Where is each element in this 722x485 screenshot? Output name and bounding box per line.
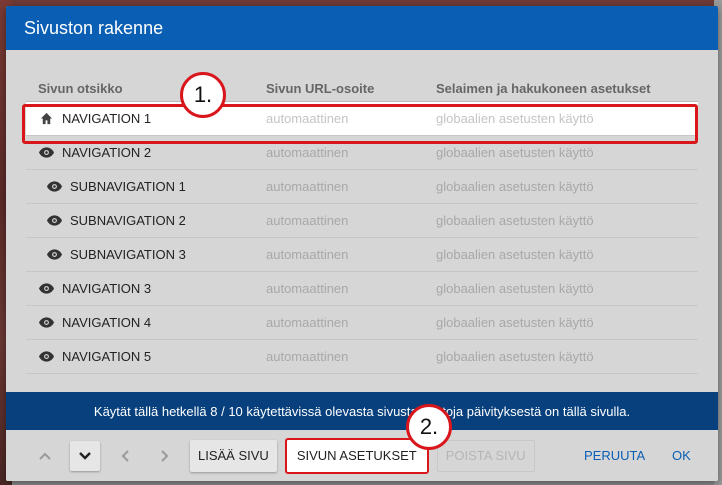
dialog-footer: LISÄÄ SIVU SIVUN ASETUKSET POISTA SIVU P… — [6, 430, 718, 481]
row-title-text: NAVIGATION 5 — [62, 349, 152, 364]
chevron-left-icon — [121, 449, 129, 462]
row-title-text: SUBNAVIGATION 1 — [70, 179, 186, 194]
row-settings: globaalien asetusten käyttö — [436, 349, 594, 364]
row-url: automaattinen — [266, 145, 349, 160]
table-row[interactable]: SUBNAVIGATION 2 automaattinen globaalien a… — [26, 204, 698, 238]
column-header-title: Sivun otsikko — [38, 81, 123, 96]
row-title-text: SUBNAVIGATION 3 — [70, 247, 186, 262]
move-down-button[interactable] — [70, 440, 100, 471]
row-title: NAVIGATION 1 — [26, 111, 266, 127]
table-row[interactable]: SUBNAVIGATION 1 automaattinen globaalien a… — [26, 170, 698, 204]
row-title: SUBNAVIGATION 1 — [26, 179, 266, 195]
dialog-title: Sivuston rakenne — [24, 17, 164, 38]
eye-icon — [46, 179, 62, 195]
info-text: Käytät tällä hetkellä 8 / 10 käytettävis… — [93, 403, 631, 419]
table-row[interactable]: SUBNAVIGATION 3 automaattinen globaalien a… — [26, 238, 698, 272]
row-url: automaattinen — [266, 315, 349, 330]
move-right-button[interactable] — [150, 441, 180, 471]
table-row[interactable]: NAVIGATION 2 automaattinen globaalien aset… — [26, 136, 698, 170]
pages-table: Sivun otsikko Sivun URL-osoite Selaimen … — [26, 76, 698, 374]
chevron-up-icon — [39, 452, 51, 460]
row-settings: globaalien asetusten käyttö — [436, 281, 594, 296]
row-settings: globaalien asetusten käyttö — [436, 179, 594, 194]
eye-icon — [38, 281, 54, 297]
table-body: NAVIGATION 1 automaattinen globaalien aset… — [26, 102, 698, 374]
move-left-button[interactable] — [110, 441, 140, 471]
table-header: Sivun otsikko Sivun URL-osoite Selaimen … — [26, 76, 698, 102]
row-title-text: NAVIGATION 3 — [62, 281, 152, 296]
row-title-text: SUBNAVIGATION 2 — [70, 213, 186, 228]
move-up-button[interactable] — [30, 441, 60, 471]
callout-2: 2. — [406, 404, 452, 450]
row-title: SUBNAVIGATION 3 — [26, 247, 266, 263]
delete-page-button[interactable]: POISTA SIVU — [436, 439, 535, 472]
page-settings-button[interactable]: SIVUN ASETUKSET — [284, 437, 429, 474]
row-settings: globaalien asetusten käyttö — [436, 213, 594, 228]
row-settings: globaalien asetusten käyttö — [436, 247, 594, 262]
cancel-button[interactable]: PERUUTA — [576, 440, 653, 472]
row-url: automaattinen — [266, 349, 349, 364]
table-row[interactable]: NAVIGATION 3 automaattinen globaalien aset… — [26, 272, 698, 306]
eye-icon — [38, 315, 54, 331]
row-title-text: NAVIGATION 4 — [62, 315, 152, 330]
row-settings: globaalien asetusten käyttö — [436, 145, 594, 160]
row-settings: globaalien asetusten käyttö — [436, 315, 594, 330]
chevron-down-icon — [79, 451, 91, 460]
row-title: NAVIGATION 5 — [26, 349, 266, 365]
row-title-text: NAVIGATION 2 — [62, 145, 152, 160]
row-title: NAVIGATION 3 — [26, 281, 266, 297]
row-title: NAVIGATION 2 — [26, 145, 266, 161]
callout-1: 1. — [180, 72, 226, 118]
eye-icon — [46, 213, 62, 229]
row-url: automaattinen — [266, 179, 349, 194]
row-url: automaattinen — [266, 213, 349, 228]
site-structure-dialog: Sivuston rakenne Sivun otsikko Sivun URL… — [6, 6, 718, 481]
table-row[interactable]: NAVIGATION 4 automaattinen globaalien aset… — [26, 306, 698, 340]
eye-icon — [38, 349, 54, 365]
row-url: automaattinen — [266, 247, 349, 262]
chevron-right-icon — [161, 449, 169, 462]
column-header-settings: Selaimen ja hakukoneen asetukset — [436, 81, 651, 96]
info-bar: Käytät tällä hetkellä 8 / 10 käytettävis… — [6, 392, 718, 430]
row-url: automaattinen — [266, 281, 349, 296]
row-title: NAVIGATION 4 — [26, 315, 266, 331]
row-title: SUBNAVIGATION 2 — [26, 213, 266, 229]
add-page-button[interactable]: LISÄÄ SIVU — [190, 439, 277, 472]
row-title-text: NAVIGATION 1 — [62, 111, 152, 126]
table-row[interactable]: NAVIGATION 5 automaattinen globaalien aset… — [26, 340, 698, 374]
ok-button[interactable]: OK — [664, 440, 699, 472]
row-url: automaattinen — [266, 111, 349, 126]
column-header-url: Sivun URL-osoite — [266, 81, 375, 96]
eye-icon — [46, 247, 62, 263]
dialog-header: Sivuston rakenne — [6, 6, 718, 50]
row-settings: globaalien asetusten käyttö — [436, 111, 594, 126]
home-icon — [38, 111, 54, 127]
eye-icon — [38, 145, 54, 161]
table-row[interactable]: NAVIGATION 1 automaattinen globaalien aset… — [26, 102, 698, 136]
